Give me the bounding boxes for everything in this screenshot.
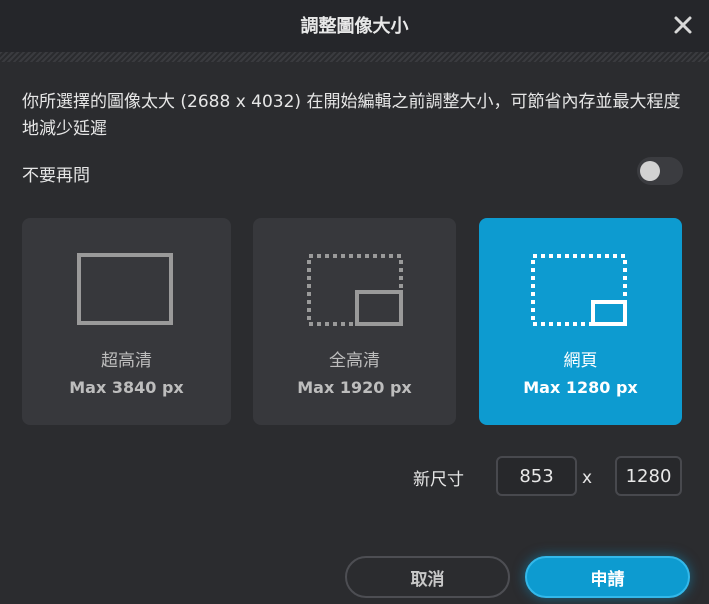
- option-max-size: Max 3840 px: [69, 378, 184, 397]
- width-input[interactable]: [496, 456, 577, 496]
- option-max-size: Max 1920 px: [297, 378, 412, 397]
- new-size-label: 新尺寸: [413, 470, 464, 490]
- frame-medium-icon: [303, 252, 403, 332]
- option-full-hd[interactable]: 全高清 Max 1920 px: [253, 218, 456, 425]
- resize-message: 你所選擇的圖像太大 (2688 x 4032) 在開始編輯之前調整大小，可節省內…: [22, 92, 681, 139]
- toggle-knob: [640, 161, 660, 181]
- header-divider: [0, 52, 709, 62]
- option-name: 網頁: [563, 351, 598, 371]
- cancel-button[interactable]: 取消: [345, 556, 510, 598]
- option-max-size: Max 1280 px: [523, 378, 638, 397]
- dialog-title: 調整圖像大小: [300, 16, 409, 37]
- close-icon[interactable]: [668, 10, 698, 40]
- option-web[interactable]: 網頁 Max 1280 px: [479, 218, 682, 425]
- option-ultra-hd[interactable]: 超高清 Max 3840 px: [22, 218, 231, 425]
- dont-ask-label: 不要再問: [22, 166, 90, 186]
- dont-ask-toggle[interactable]: [637, 157, 683, 185]
- frame-small-icon: [529, 252, 629, 332]
- frame-full-icon: [76, 252, 176, 332]
- apply-button[interactable]: 申請: [525, 556, 690, 598]
- dialog-header: 調整圖像大小: [0, 0, 709, 52]
- option-name: 全高清: [329, 351, 380, 371]
- resize-dialog: 調整圖像大小 你所選擇的圖像太大 (2688 x 4032) 在開始編輯之前調整…: [0, 0, 709, 604]
- size-separator: x: [582, 468, 593, 488]
- height-input[interactable]: [615, 456, 682, 496]
- option-name: 超高清: [101, 351, 152, 371]
